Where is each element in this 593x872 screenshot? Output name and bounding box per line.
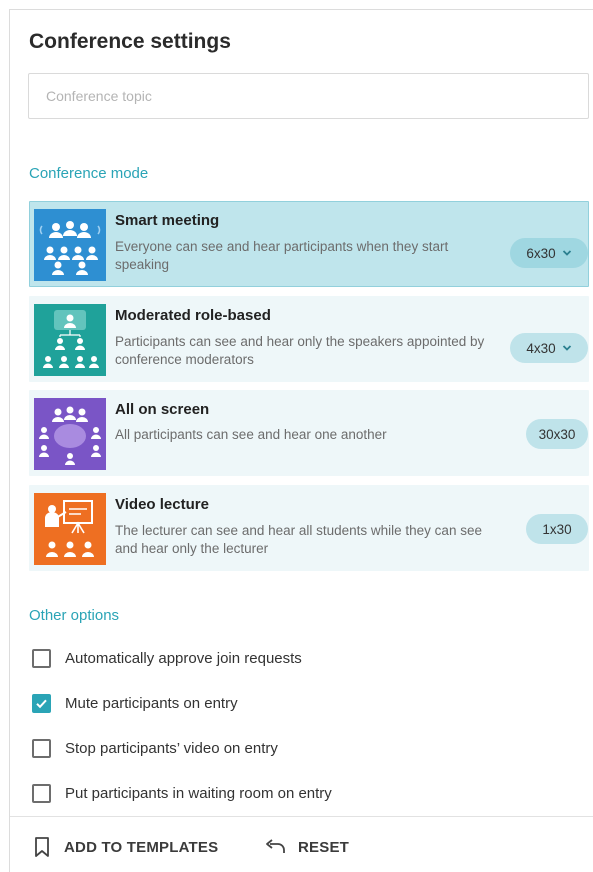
mode-description: Participants can see and hear only the s… [115, 334, 485, 367]
mode-smart-meeting[interactable]: Smart meeting Everyone can see and hear … [29, 201, 589, 287]
chevron-down-icon [562, 250, 571, 256]
bookmark-icon [35, 837, 49, 857]
checkbox[interactable] [32, 783, 51, 803]
mode-title: All on screen [115, 401, 210, 418]
mode-title: Video lecture [115, 496, 209, 513]
mode-moderated-role-based[interactable]: Moderated role-based Participants can se… [29, 296, 589, 382]
layout-value: 4x30 [526, 340, 556, 356]
layout-dropdown[interactable]: 4x30 [510, 333, 588, 363]
chevron-down-icon [562, 345, 571, 351]
checkbox[interactable] [32, 693, 51, 713]
option-mute-on-entry[interactable]: Mute participants on entry [32, 691, 238, 715]
checkbox[interactable] [32, 738, 51, 758]
undo-icon [266, 839, 285, 853]
other-options-heading: Other options [29, 607, 120, 624]
mode-video-lecture[interactable]: Video lecture The lecturer can see and h… [29, 485, 589, 571]
moderated-role-icon [34, 304, 106, 376]
footer-divider [10, 816, 593, 817]
checkmark-icon [36, 699, 47, 708]
option-auto-approve[interactable]: Automatically approve join requests [32, 646, 302, 670]
smart-meeting-icon [34, 209, 106, 281]
page-title: Conference settings [29, 30, 231, 53]
option-label: Stop participants’ video on entry [65, 739, 278, 757]
option-label: Put participants in waiting room on entr… [65, 784, 332, 802]
mode-description: All participants can see and hear one an… [115, 427, 387, 442]
layout-value: 6x30 [526, 245, 556, 261]
layout-value-badge: 1x30 [526, 514, 588, 544]
option-stop-video-on-entry[interactable]: Stop participants’ video on entry [32, 736, 278, 760]
mode-description: The lecturer can see and hear all studen… [115, 523, 482, 556]
layout-value: 30x30 [538, 426, 576, 442]
option-label: Mute participants on entry [65, 694, 238, 712]
all-on-screen-icon [34, 398, 106, 470]
add-to-templates-button[interactable]: ADD TO TEMPLATES [34, 833, 218, 861]
option-waiting-room-on-entry[interactable]: Put participants in waiting room on entr… [32, 781, 332, 805]
option-label: Automatically approve join requests [65, 649, 302, 667]
reset-button[interactable]: RESET [264, 833, 349, 861]
conference-topic-input[interactable] [28, 73, 589, 119]
mode-title: Smart meeting [115, 212, 220, 229]
reset-label: RESET [298, 838, 350, 856]
add-to-templates-label: ADD TO TEMPLATES [64, 838, 219, 856]
video-lecture-icon [34, 493, 106, 565]
layout-value-badge: 30x30 [526, 419, 588, 449]
layout-dropdown[interactable]: 6x30 [510, 238, 588, 268]
mode-title: Moderated role-based [115, 307, 271, 324]
checkbox[interactable] [32, 648, 51, 668]
conference-mode-heading: Conference mode [29, 165, 149, 182]
layout-value: 1x30 [542, 521, 572, 537]
conference-settings-panel: Conference settings Conference mode [9, 9, 593, 872]
mode-description: Everyone can see and hear participants w… [115, 239, 449, 272]
mode-all-on-screen[interactable]: All on screen All participants can see a… [29, 390, 589, 476]
